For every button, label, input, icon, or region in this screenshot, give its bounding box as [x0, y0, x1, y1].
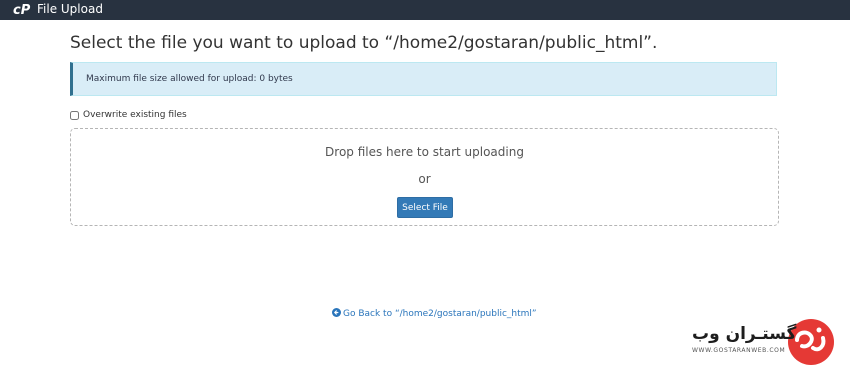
brand-url: WWW.GOSTARANWEB.COM — [692, 347, 786, 354]
page-title: Select the file you want to upload to “/… — [70, 33, 658, 53]
cpanel-logo-icon: cP — [13, 3, 31, 16]
or-separator: or — [418, 172, 431, 186]
brand-name: گستـران وب — [692, 324, 797, 344]
file-drop-zone[interactable]: Drop files here to start uploading or Se… — [70, 128, 779, 226]
select-file-button[interactable]: Select File — [397, 197, 453, 218]
overwrite-checkbox[interactable] — [70, 111, 79, 120]
app-title: File Upload — [37, 2, 103, 16]
top-bar: cP File Upload — [0, 0, 850, 20]
max-size-alert: Maximum file size allowed for upload: 0 … — [70, 62, 777, 96]
go-back-text: Go Back to “/home2/gostaran/public_html” — [343, 309, 537, 319]
drop-prompt: Drop files here to start uploading — [325, 145, 524, 159]
svg-text:cP: cP — [13, 3, 31, 16]
overwrite-label[interactable]: Overwrite existing files — [83, 110, 187, 120]
max-size-text: Maximum file size allowed for upload: 0 … — [86, 74, 293, 84]
arrow-left-circle-icon — [332, 308, 341, 317]
go-back-link[interactable]: Go Back to “/home2/gostaran/public_html” — [332, 308, 537, 319]
